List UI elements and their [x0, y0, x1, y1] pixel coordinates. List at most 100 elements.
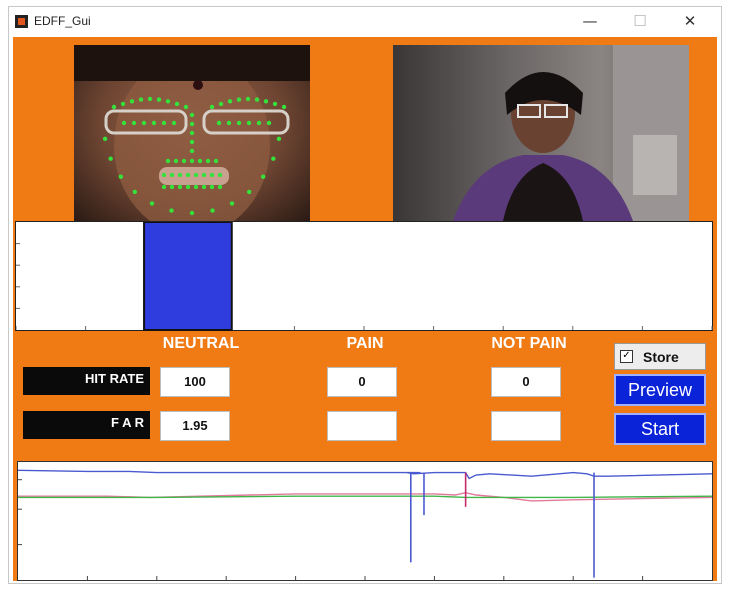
landmark-point [165, 99, 171, 104]
landmark-point [108, 156, 113, 161]
landmark-point [189, 148, 195, 154]
maximize-button[interactable]: ☐ [619, 9, 661, 33]
store-label: Store [643, 349, 679, 365]
landmark-point [173, 158, 179, 164]
not-pain-column-header: NOT PAIN [491, 335, 567, 352]
far-label: F A R [23, 411, 150, 439]
landmark-point [138, 97, 144, 102]
pain-hit-rate-field[interactable]: 0 [327, 367, 397, 397]
matlab-app-icon [15, 15, 28, 28]
landmark-point [165, 158, 171, 164]
landmark-point [131, 120, 137, 126]
landmark-point [177, 184, 183, 190]
not-pain-far-field[interactable] [491, 411, 561, 441]
landmark-point [169, 208, 174, 213]
landmark-point [156, 97, 162, 102]
pain-far-field[interactable] [327, 411, 397, 441]
close-button[interactable]: ✕ [669, 9, 711, 33]
landmark-point [210, 208, 215, 213]
landmark-point [201, 172, 207, 178]
neutral-far-field[interactable]: 1.95 [160, 411, 230, 441]
landmark-point [217, 172, 223, 178]
landmark-point [149, 201, 155, 206]
landmark-point [189, 158, 195, 164]
camera-preview-video [393, 45, 689, 221]
landmark-point [141, 120, 147, 126]
landmark-point [209, 104, 215, 110]
preview-button[interactable]: Preview [614, 374, 706, 406]
landmark-point [245, 96, 251, 102]
landmark-point [151, 120, 157, 126]
landmark-point [161, 172, 167, 178]
face-landmark-video [74, 45, 310, 221]
minimize-icon: — [582, 12, 598, 30]
store-checkbox[interactable]: ✓ Store [614, 343, 706, 370]
landmark-point [246, 120, 252, 126]
gui-client-area: NEUTRAL PAIN NOT PAIN HIT RATE 100 0 0 F… [13, 37, 717, 581]
landmark-point [169, 184, 175, 190]
landmark-point [281, 104, 287, 110]
landmark-point [185, 184, 191, 190]
landmark-point [183, 104, 189, 110]
landmark-point [132, 189, 137, 195]
landmark-point [161, 184, 167, 190]
landmark-point [189, 210, 195, 216]
landmark-point [102, 136, 108, 141]
neutral-hit-rate-field[interactable]: 100 [160, 367, 230, 397]
trace-series-line-0 [18, 469, 713, 480]
landmark-point [276, 136, 282, 141]
landmark-point [189, 139, 195, 145]
not-pain-hit-rate-field[interactable]: 0 [491, 367, 561, 397]
landmark-point [261, 174, 266, 179]
landmark-point [209, 172, 215, 178]
landmark-point [189, 121, 195, 127]
landmark-point [147, 96, 153, 102]
start-button[interactable]: Start [614, 413, 706, 445]
landmark-point [111, 104, 117, 110]
landmark-point [193, 172, 199, 178]
landmark-point [174, 101, 180, 107]
landmark-point [266, 120, 272, 126]
landmark-point [205, 158, 211, 164]
minimize-button[interactable]: — [569, 9, 611, 33]
landmark-point [216, 120, 222, 126]
landmark-point [201, 184, 207, 190]
webcam-scene [453, 45, 689, 221]
landmark-point [254, 97, 260, 102]
landmark-point [161, 120, 167, 126]
neutral-column-header: NEUTRAL [162, 335, 240, 352]
landmark-point [121, 120, 127, 126]
checkbox-check-icon: ✓ [620, 350, 633, 363]
landmark-point [189, 112, 195, 118]
close-icon: ✕ [683, 12, 697, 30]
signal-trace-plot [17, 461, 713, 581]
landmark-point [120, 101, 126, 107]
landmark-point [218, 101, 224, 107]
landmark-point [185, 172, 191, 178]
landmark-point [197, 158, 203, 164]
landmark-point [236, 97, 242, 102]
landmark-point [263, 99, 269, 104]
landmark-point [209, 184, 215, 190]
landmark-point [171, 120, 177, 126]
landmark-point [189, 130, 195, 136]
window-title: EDFF_Gui [34, 14, 91, 28]
landmark-point [193, 184, 199, 190]
pain-column-header: PAIN [346, 335, 384, 352]
landmark-point [229, 201, 235, 206]
landmark-point [256, 120, 262, 126]
landmark-point [227, 99, 233, 104]
landmark-point [272, 101, 278, 107]
trace-plot-canvas [18, 469, 713, 580]
landmark-point [213, 158, 219, 164]
landmark-point [118, 174, 123, 179]
landmark-point [129, 99, 135, 104]
landmark-point [271, 156, 276, 161]
bar-chart-canvas [16, 222, 713, 331]
landmark-point [226, 120, 232, 126]
landmark-point [181, 158, 187, 164]
class-bar-neutral [143, 222, 233, 331]
classification-bar-chart [15, 221, 713, 331]
hit-rate-label: HIT RATE [23, 367, 150, 395]
landmark-point [247, 189, 252, 195]
